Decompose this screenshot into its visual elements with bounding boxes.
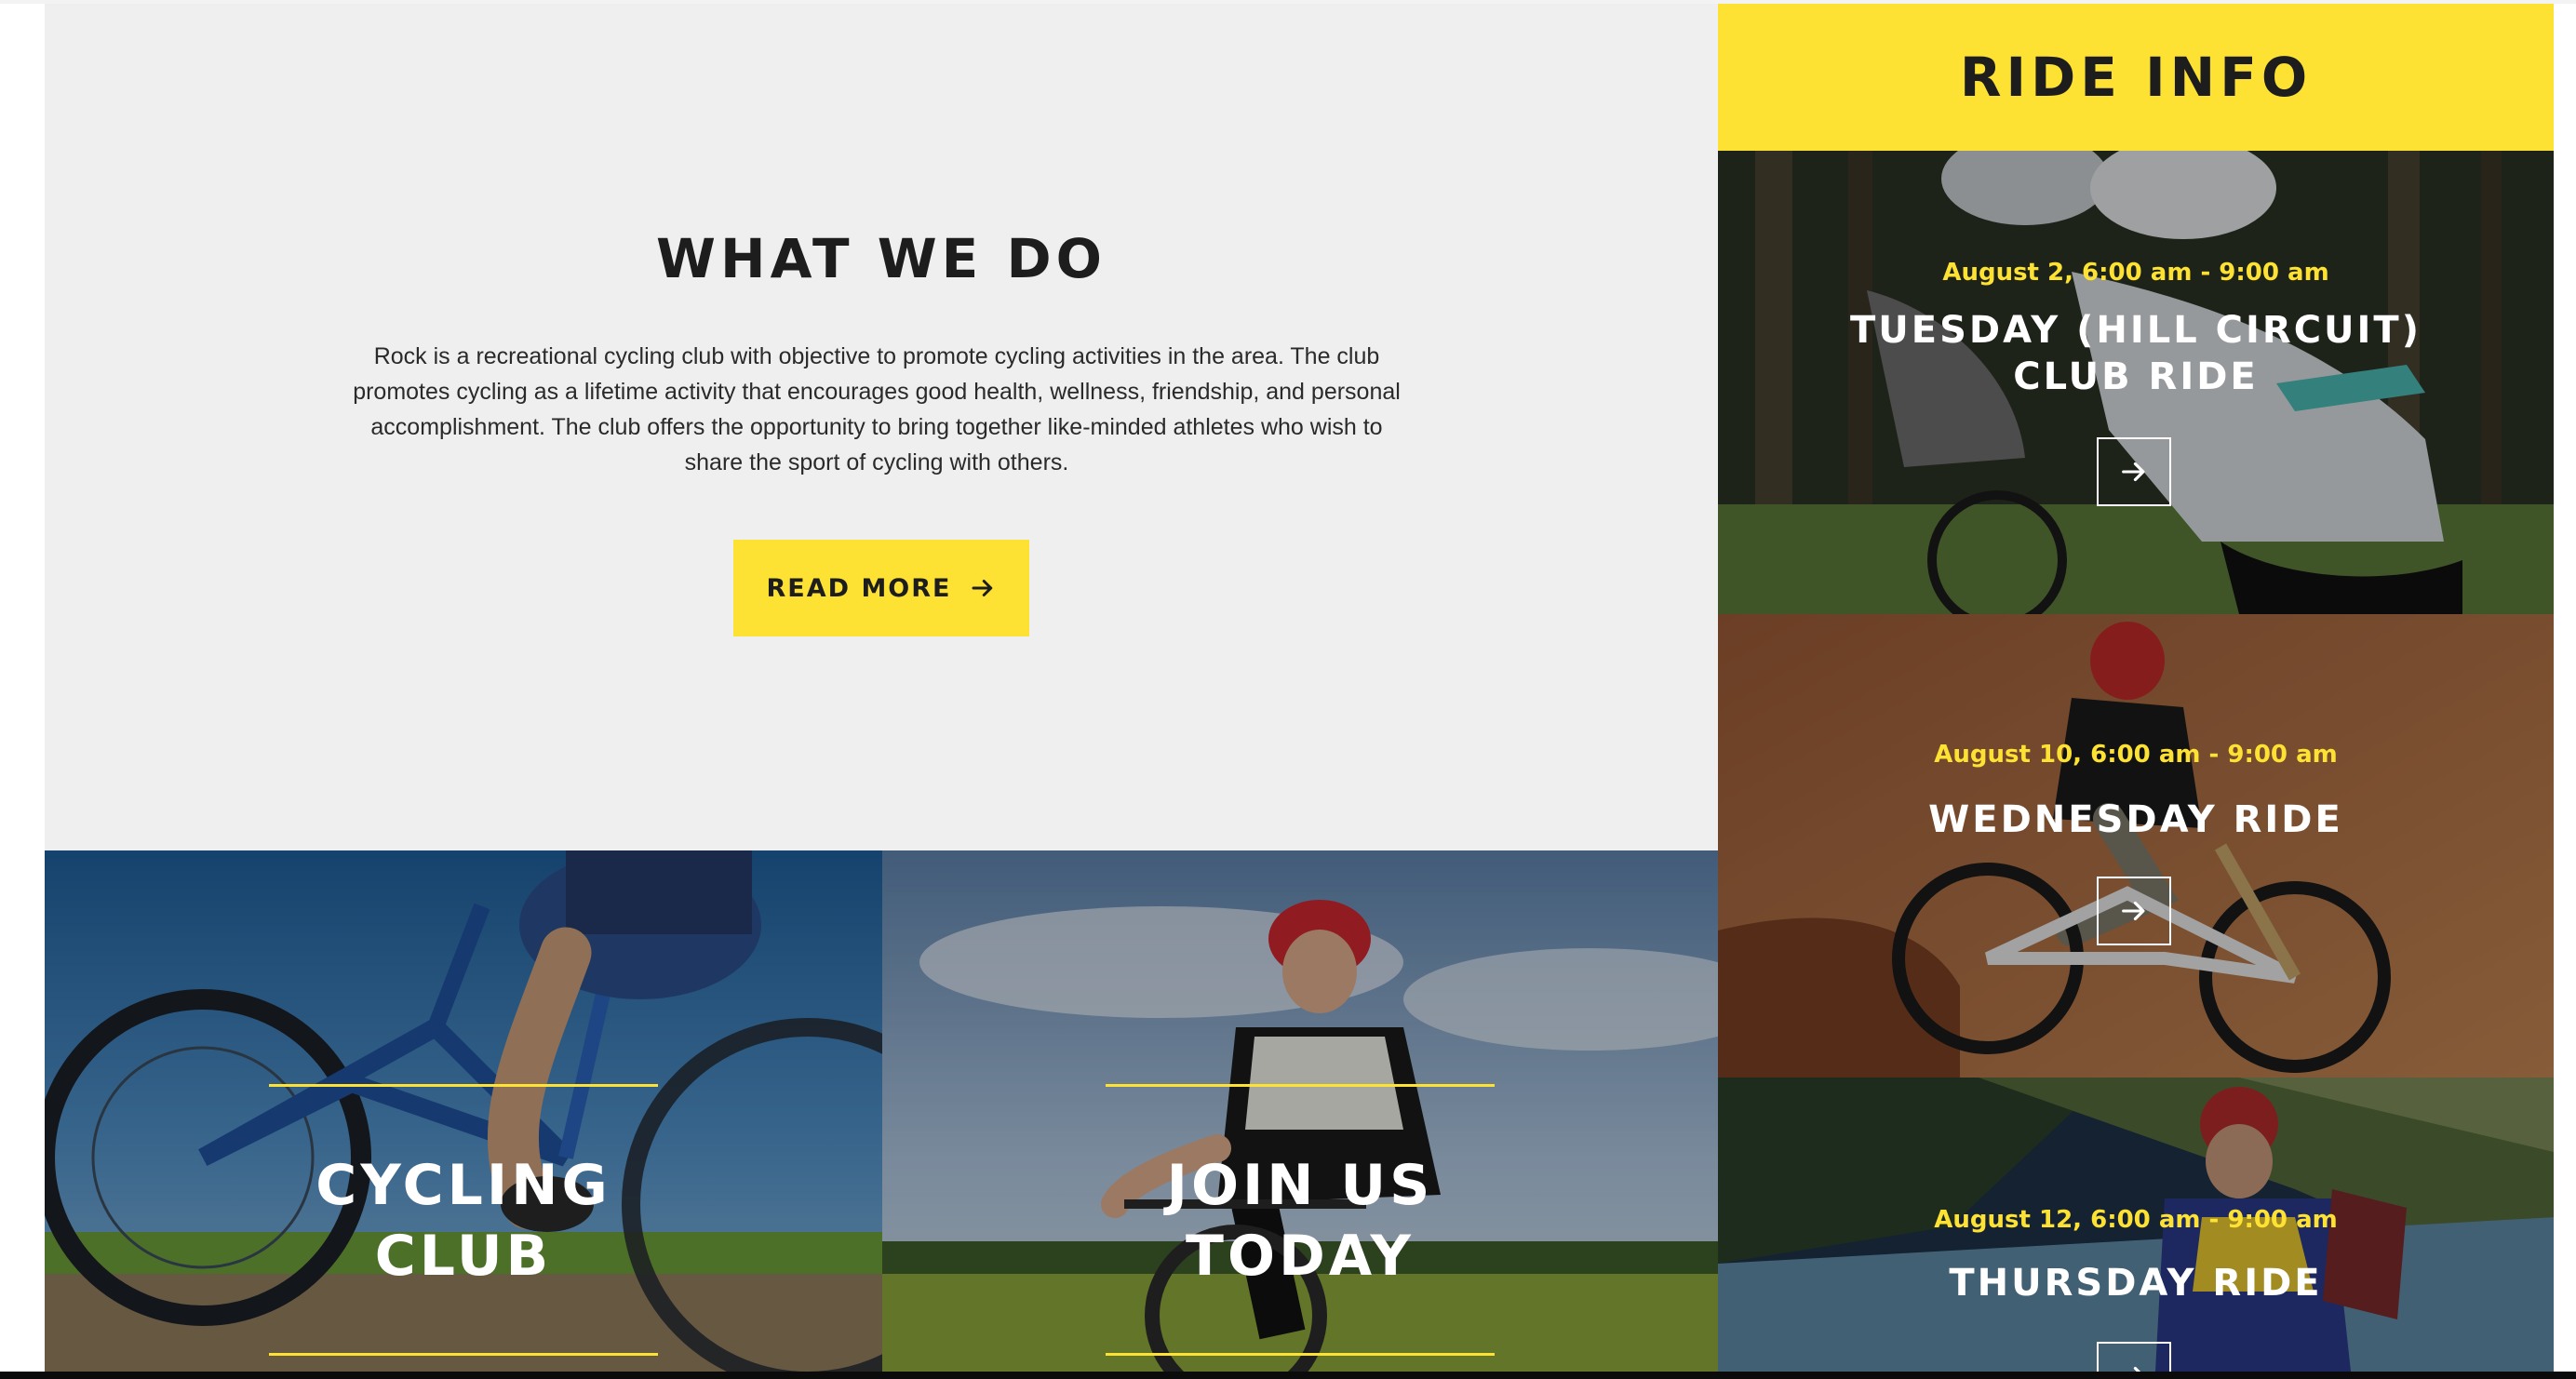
tile-overlay	[45, 850, 882, 1372]
read-more-label: READ MORE	[766, 573, 952, 603]
ride-details-button[interactable]	[2097, 1342, 2171, 1372]
arrow-right-icon	[972, 580, 992, 596]
arrow-right-icon	[2133, 1366, 2141, 1372]
ride-card-overlay	[1718, 614, 2554, 1078]
accent-line-top	[269, 1084, 658, 1087]
what-we-do-description: Rock is a recreational cycling club with…	[353, 343, 1401, 475]
read-more-button[interactable]: READ MORE	[733, 540, 1029, 636]
join-us-title: JOIN US TODAY	[882, 1150, 1718, 1292]
ride-card-wednesday[interactable]: August 10, 6:00 am - 9:00 am WEDNESDAY R…	[1718, 614, 2554, 1078]
what-we-do-section: WHAT WE DO Rock is a recreational cyclin…	[45, 4, 1718, 850]
accent-line-bottom	[269, 1353, 658, 1356]
join-us-tile[interactable]: JOIN US TODAY	[882, 850, 1718, 1372]
ride-name: WEDNESDAY RIDE	[1718, 797, 2554, 843]
join-us-title-line2: TODAY	[1186, 1224, 1415, 1289]
accent-line-bottom	[1106, 1353, 1495, 1356]
ride-name-line2: CLUB RIDE	[2013, 355, 2259, 398]
ride-name-line1: TUESDAY (HILL CIRCUIT)	[1850, 309, 2422, 352]
ride-details-button[interactable]	[2097, 437, 2171, 506]
accent-line-top	[1106, 1084, 1495, 1087]
arrow-right-icon	[2122, 901, 2145, 921]
ride-name: THURSDAY RIDE	[1718, 1260, 2554, 1306]
cycling-club-title: CYCLING CLUB	[45, 1150, 882, 1292]
ride-date: August 2, 6:00 am - 9:00 am	[1942, 259, 2329, 287]
cycling-club-title-line1: CYCLING	[315, 1153, 611, 1218]
ride-card-tuesday[interactable]: August 2, 6:00 am - 9:00 am TUESDAY (HIL…	[1718, 151, 2554, 614]
arrow-right-icon	[2122, 462, 2145, 482]
what-we-do-title: WHAT WE DO	[656, 227, 1107, 290]
cycling-club-title-line2: CLUB	[374, 1224, 553, 1289]
ride-name-line1: WEDNESDAY RIDE	[1928, 798, 2343, 841]
ride-name: TUESDAY (HILL CIRCUIT) CLUB RIDE	[1718, 307, 2554, 400]
ride-date: August 12, 6:00 am - 9:00 am	[1934, 1206, 2338, 1234]
ride-date: August 10, 6:00 am - 9:00 am	[1934, 741, 2338, 769]
cycling-club-tile[interactable]: CYCLING CLUB	[45, 850, 882, 1372]
ride-info-title: RIDE INFO	[1959, 46, 2313, 109]
ride-details-button[interactable]	[2097, 877, 2171, 945]
tile-overlay	[882, 850, 1718, 1372]
join-us-title-line1: JOIN US	[1166, 1153, 1434, 1218]
ride-name-line1: THURSDAY RIDE	[1949, 1262, 2323, 1305]
ride-card-thursday[interactable]: August 12, 6:00 am - 9:00 am THURSDAY RI…	[1718, 1078, 2554, 1372]
ride-info-header: RIDE INFO	[1718, 4, 2554, 151]
bottom-strip	[0, 1372, 2576, 1379]
